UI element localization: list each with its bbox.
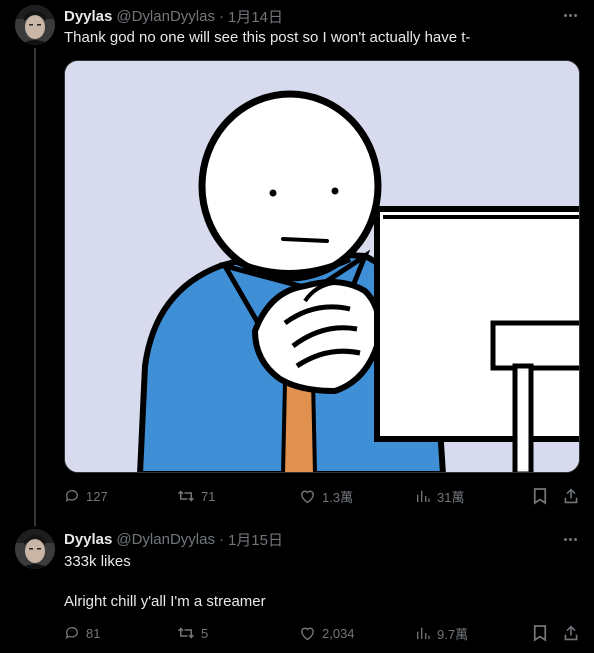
like-count: 1.3萬 [322, 489, 354, 505]
like-button[interactable]: 2,034 [299, 622, 355, 644]
retweet-button[interactable]: 5 [177, 622, 208, 644]
bookmark-button[interactable] [533, 622, 547, 644]
tweet-date[interactable]: 1月15日 [228, 529, 283, 550]
retweet-icon [177, 488, 195, 504]
views-button[interactable]: 31萬 [415, 485, 464, 507]
views-count: 9.7萬 [437, 626, 469, 642]
reply-icon [64, 488, 80, 504]
more-options-button[interactable] [560, 531, 580, 547]
tweet-media-image[interactable] [64, 60, 580, 473]
reply-button[interactable]: 81 [64, 622, 100, 644]
avatar[interactable] [15, 5, 55, 45]
author-name[interactable]: Dyylas [64, 8, 112, 25]
separator-dot: · [218, 530, 224, 548]
retweet-button[interactable]: 71 [177, 485, 215, 507]
like-icon [299, 488, 316, 504]
tweet-actions: 81 5 2,034 9.7萬 [64, 622, 584, 644]
views-button[interactable]: 9.7萬 [415, 622, 468, 644]
bookmark-icon [533, 487, 547, 505]
reply-icon [64, 625, 80, 641]
reply-count: 127 [86, 488, 108, 504]
computer-reaction-meme-image [65, 61, 579, 472]
avatar[interactable] [15, 529, 55, 569]
tweet-text: Thank god no one will see this post so I… [64, 29, 471, 46]
share-button[interactable] [563, 485, 579, 507]
author-name[interactable]: Dyylas [64, 531, 112, 548]
share-icon [563, 625, 579, 641]
author-handle[interactable]: @DylanDyylas [116, 531, 215, 548]
retweet-icon [177, 625, 195, 641]
tweet[interactable]: Dyylas @DylanDyylas · 1月15日 333k likes A… [0, 522, 594, 653]
tweet-actions: 127 71 1.3萬 31萬 [64, 485, 584, 507]
tweet-header: Dyylas @DylanDyylas · 1月14日 [64, 6, 283, 26]
like-count: 2,034 [322, 625, 355, 641]
more-icon [563, 13, 577, 17]
tweet-date[interactable]: 1月14日 [228, 6, 283, 27]
separator-dot: · [218, 7, 224, 25]
views-icon [415, 625, 431, 641]
retweet-count: 71 [201, 488, 216, 504]
reply-count: 81 [86, 625, 101, 641]
tweet[interactable]: Dyylas @DylanDyylas · 1月14日 Thank god no… [0, 0, 594, 520]
views-icon [415, 488, 431, 504]
tweet-header: Dyylas @DylanDyylas · 1月15日 [64, 529, 283, 549]
like-button[interactable]: 1.3萬 [299, 485, 353, 507]
share-button[interactable] [563, 622, 579, 644]
share-icon [563, 488, 579, 504]
like-icon [299, 625, 316, 641]
views-count: 31萬 [437, 489, 465, 505]
reply-button[interactable]: 127 [64, 485, 108, 507]
bookmark-button[interactable] [533, 485, 547, 507]
tweet-text-line: Alright chill y'all I'm a streamer [64, 593, 266, 610]
author-handle[interactable]: @DylanDyylas [116, 8, 215, 25]
tweet-text-line: 333k likes [64, 553, 131, 570]
more-icon [563, 537, 577, 541]
retweet-count: 5 [201, 625, 209, 641]
bookmark-icon [533, 624, 547, 642]
more-options-button[interactable] [560, 7, 580, 23]
